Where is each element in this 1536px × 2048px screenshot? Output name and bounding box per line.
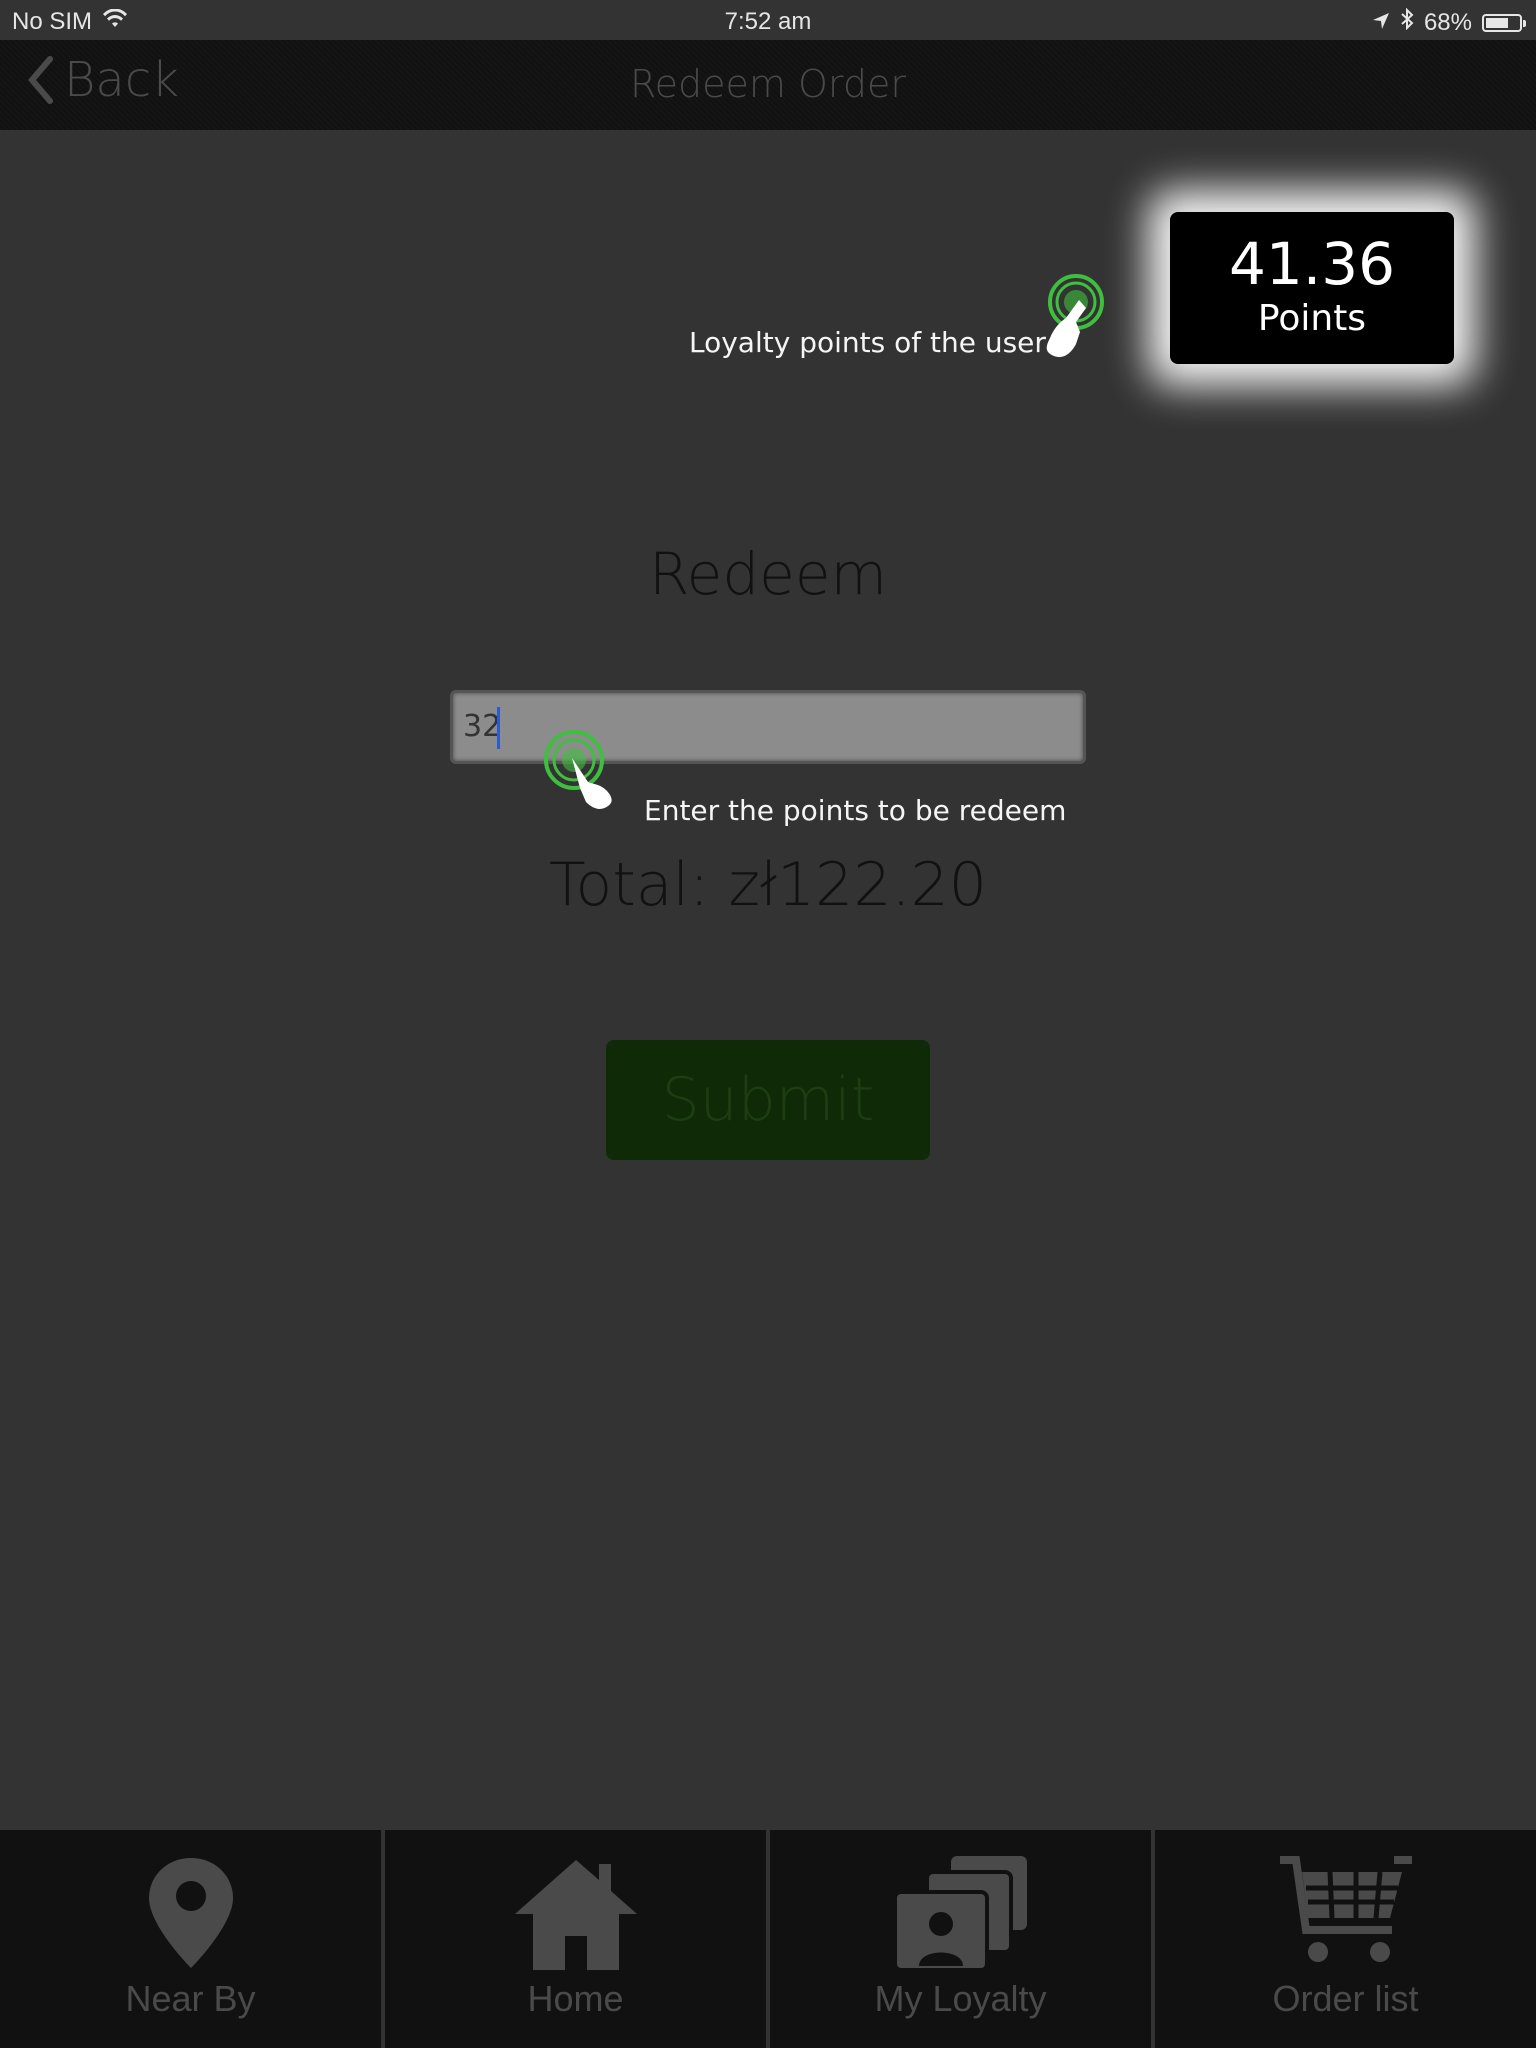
battery-icon — [1482, 13, 1526, 32]
status-right: 68% — [1372, 7, 1526, 37]
points-value: 41.36 — [1228, 230, 1396, 298]
status-bar: No SIM 7:52 am 68% — [0, 0, 1536, 40]
total-amount: Total: zł122.20 — [549, 850, 987, 920]
submit-button[interactable]: Submit — [606, 1040, 930, 1160]
redeem-title: Redeem — [648, 540, 888, 608]
points-label: Points — [1257, 298, 1367, 339]
tab-near-by[interactable]: Near By — [0, 1830, 381, 2048]
tap-gesture-icon — [1030, 272, 1110, 368]
location-arrow-icon — [1372, 9, 1390, 37]
bluetooth-icon — [1400, 7, 1414, 37]
points-card: 41.36 Points — [1170, 212, 1454, 364]
tab-home[interactable]: Home — [381, 1830, 766, 2048]
page-title: Redeem Order — [629, 62, 907, 106]
tab-label: Home — [527, 1978, 624, 2019]
tap-gesture-icon — [540, 726, 632, 822]
battery-fill — [1486, 17, 1508, 28]
status-time: 7:52 am — [724, 8, 812, 35]
tab-label: Near By — [125, 1978, 256, 2019]
points-hint: Loyalty points of the user — [689, 326, 1046, 359]
battery-percent: 68% — [1423, 8, 1472, 36]
tab-my-loyalty[interactable]: My Loyalty — [766, 1830, 1151, 2048]
home-icon — [514, 1860, 637, 1970]
tab-label: Order list — [1272, 1978, 1419, 2019]
input-hint: Enter the points to be redeem — [644, 794, 1067, 827]
nav-bar: Back Redeem Order — [0, 40, 1536, 130]
tab-bar: Near By Home My Loyalty Order list — [0, 1830, 1536, 2048]
points-input-value: 32 — [463, 709, 502, 744]
map-pin-icon — [148, 1858, 233, 1968]
text-caret — [497, 707, 500, 749]
tab-label: My Loyalty — [874, 1978, 1047, 2019]
tab-order-list[interactable]: Order list — [1151, 1830, 1536, 2048]
cart-icon — [1279, 1856, 1412, 1962]
loyalty-cards-icon — [892, 1856, 1027, 1972]
